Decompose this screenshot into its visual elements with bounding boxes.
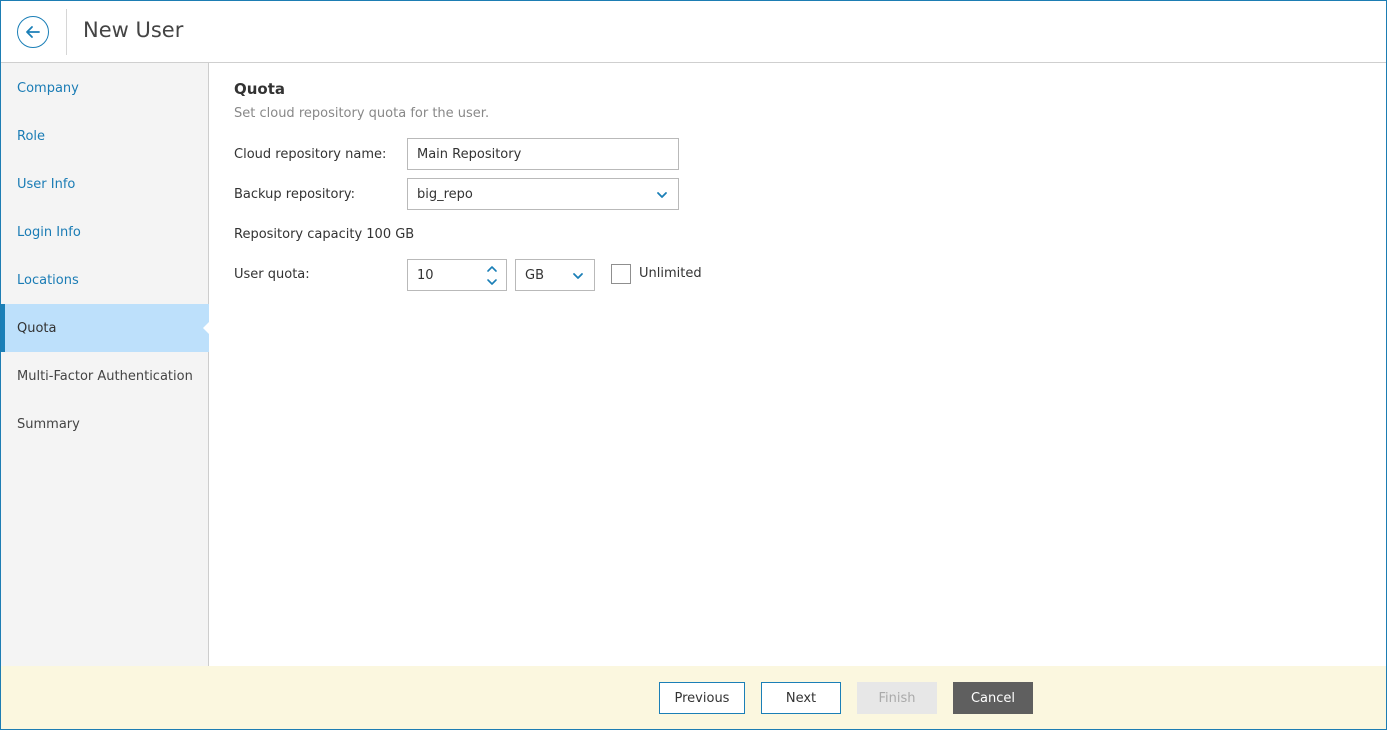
repository-capacity-text: Repository capacity 100 GB: [234, 227, 415, 242]
user-quota-stepper[interactable]: 10: [407, 259, 507, 291]
quota-step-content: Quota Set cloud repository quota for the…: [210, 63, 1386, 666]
wizard-footer: Previous Next Finish Cancel: [1, 666, 1386, 729]
wizard-steps-sidebar: Company Role User Info Login Info Locati…: [1, 63, 210, 666]
sidebar-item-company[interactable]: Company: [1, 64, 209, 112]
wizard-header: New User: [1, 1, 1386, 63]
header-divider: [66, 9, 67, 55]
sidebar-item-quota[interactable]: Quota: [1, 304, 210, 352]
sidebar-item-locations[interactable]: Locations: [1, 256, 209, 304]
sidebar-item-multi-factor-authentication[interactable]: Multi-Factor Authentication: [1, 352, 209, 400]
backup-repository-value: big_repo: [417, 186, 473, 202]
quota-unit-select[interactable]: GB: [515, 259, 595, 291]
chevron-down-icon: [573, 273, 583, 279]
sidebar-item-role[interactable]: Role: [1, 112, 209, 160]
finish-button: Finish: [857, 682, 937, 714]
backup-repository-label: Backup repository:: [234, 187, 355, 202]
section-title: Quota: [234, 80, 286, 98]
sidebar-item-summary[interactable]: Summary: [1, 400, 209, 448]
sidebar-item-login-info[interactable]: Login Info: [1, 208, 209, 256]
chevron-down-icon: [657, 192, 667, 198]
sidebar-item-user-info[interactable]: User Info: [1, 160, 209, 208]
cancel-button[interactable]: Cancel: [953, 682, 1033, 714]
chevron-up-icon[interactable]: [486, 264, 498, 274]
user-quota-value: 10: [417, 267, 434, 283]
back-button[interactable]: [17, 16, 49, 48]
section-description: Set cloud repository quota for the user.: [234, 106, 490, 121]
chevron-down-icon[interactable]: [486, 277, 498, 287]
arrow-left-icon: [26, 26, 40, 38]
backup-repository-select[interactable]: big_repo: [407, 178, 679, 210]
unlimited-label[interactable]: Unlimited: [639, 266, 702, 281]
unlimited-checkbox[interactable]: [611, 264, 631, 284]
previous-button[interactable]: Previous: [659, 682, 745, 714]
page-title: New User: [83, 18, 184, 42]
cloud-repository-name-input[interactable]: [407, 138, 679, 170]
quota-unit-value: GB: [525, 267, 544, 283]
next-button[interactable]: Next: [761, 682, 841, 714]
cloud-repository-name-label: Cloud repository name:: [234, 147, 387, 162]
user-quota-label: User quota:: [234, 267, 310, 282]
new-user-wizard-window: New User Company Role User Info Login In…: [0, 0, 1387, 730]
